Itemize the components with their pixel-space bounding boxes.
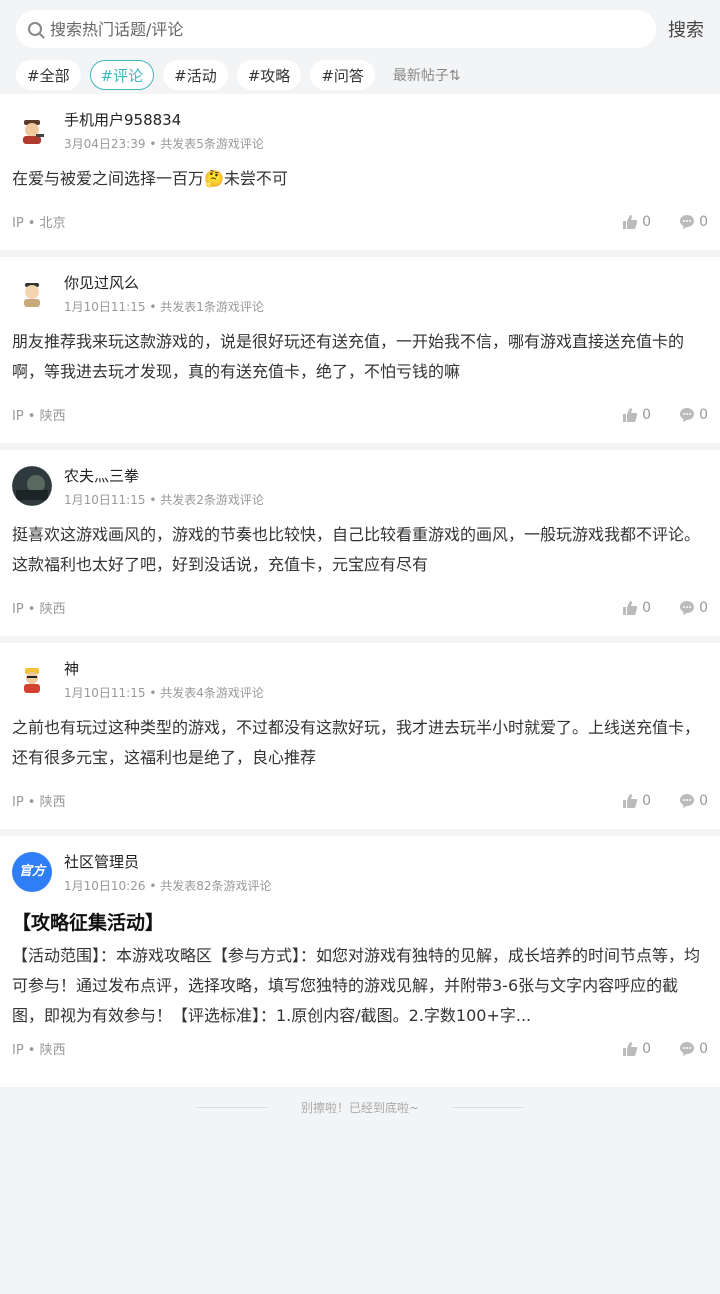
like-count: 0 — [642, 1040, 652, 1057]
tag-filter-bar: #全部 #评论 #活动 #攻略 #问答 最新帖子⇅ — [16, 60, 704, 90]
ip-location: IP • 陕西 — [12, 602, 66, 617]
post-meta: 1月10日11:15 • 共发表2条游戏评论 — [64, 492, 264, 508]
thumbs-up-icon — [623, 214, 638, 229]
search-row: 搜索 — [16, 10, 704, 48]
thumbs-up-icon — [623, 600, 638, 615]
username[interactable]: 神 — [64, 659, 264, 679]
post-title[interactable]: 【攻略征集活动】 — [12, 908, 708, 935]
review-count: • 共发表4条游戏评论 — [149, 686, 264, 700]
avatar[interactable] — [12, 273, 52, 313]
comment-count: 0 — [699, 406, 708, 423]
ip-location: IP • 北京 — [12, 216, 66, 231]
comment-button[interactable]: 0 — [679, 1041, 708, 1057]
avatar[interactable] — [12, 659, 52, 699]
post-meta: 1月10日10:26 • 共发表82条游戏评论 — [64, 878, 272, 894]
post-card[interactable]: 官方 社区管理员 1月10日10:26 • 共发表82条游戏评论 【攻略征集活动… — [0, 836, 720, 1087]
comment-button[interactable]: 0 — [679, 600, 708, 616]
like-count: 0 — [642, 406, 652, 423]
username[interactable]: 社区管理员 — [64, 852, 272, 872]
post-card[interactable]: 手机用户958834 3月04日23:39 • 共发表5条游戏评论 在爱与被爱之… — [0, 94, 720, 250]
comment-icon — [680, 1041, 695, 1056]
divider — [453, 1106, 524, 1108]
post-card[interactable]: 神 1月10日11:15 • 共发表4条游戏评论 之前也有玩过这种类型的游戏，不… — [0, 643, 720, 829]
end-of-list: 别擦啦！已经到底啦~ — [0, 1087, 720, 1127]
username[interactable]: 手机用户958834 — [64, 110, 264, 130]
search-icon — [28, 22, 42, 36]
thumbs-up-icon — [623, 1041, 638, 1056]
end-text: 别擦啦！已经到底啦~ — [300, 1100, 420, 1115]
comment-button[interactable]: 0 — [679, 793, 708, 809]
thumbs-up-icon — [623, 407, 638, 422]
review-count: • 共发表2条游戏评论 — [149, 493, 264, 507]
post-time: 1月10日10:26 — [64, 879, 146, 893]
search-input[interactable] — [48, 18, 612, 40]
post-time: 1月10日11:15 — [64, 686, 146, 700]
thumbs-up-icon — [623, 793, 638, 808]
like-button[interactable]: 0 — [622, 600, 651, 616]
review-count: • 共发表1条游戏评论 — [149, 300, 264, 314]
sort-dropdown[interactable]: 最新帖子⇅ — [393, 65, 461, 85]
tag-guide[interactable]: #攻略 — [236, 60, 302, 90]
like-count: 0 — [642, 213, 652, 230]
comment-count: 0 — [699, 792, 708, 809]
post-content[interactable]: 挺喜欢这游戏画风的，游戏的节奏也比较快，自己比较看重游戏的画风，一般玩游戏我都不… — [12, 520, 708, 580]
comment-button[interactable]: 0 — [679, 214, 708, 230]
post-content[interactable]: 朋友推荐我来玩这款游戏的，说是很好玩还有送充值，一开始我不信，哪有游戏直接送充值… — [12, 327, 708, 387]
avatar[interactable] — [12, 466, 52, 506]
header: 搜索 #全部 #评论 #活动 #攻略 #问答 最新帖子⇅ — [0, 0, 720, 94]
post-content[interactable]: 【活动范围】：本游戏攻略区【参与方式】：如您对游戏有独特的见解，成长培养的时间节… — [12, 941, 708, 1031]
post-card[interactable]: 农夫灬三拳 1月10日11:15 • 共发表2条游戏评论 挺喜欢这游戏画风的，游… — [0, 450, 720, 636]
post-time: 1月10日11:15 — [64, 300, 146, 314]
post-time: 1月10日11:15 — [64, 493, 146, 507]
post-card[interactable]: 你见过风么 1月10日11:15 • 共发表1条游戏评论 朋友推荐我来玩这款游戏… — [0, 257, 720, 443]
comment-icon — [680, 407, 695, 422]
like-button[interactable]: 0 — [622, 793, 651, 809]
post-meta: 1月10日11:15 • 共发表1条游戏评论 — [64, 299, 264, 315]
like-button[interactable]: 0 — [622, 407, 651, 423]
review-count: • 共发表5条游戏评论 — [149, 137, 264, 151]
ip-location: IP • 陕西 — [12, 1043, 66, 1058]
official-avatar[interactable]: 官方 — [12, 852, 52, 892]
comment-icon — [680, 793, 695, 808]
tag-qa[interactable]: #问答 — [310, 60, 375, 90]
tag-all[interactable]: #全部 — [16, 60, 81, 90]
post-content[interactable]: 在爱与被爱之间选择一百万🤔未尝不可 — [12, 164, 708, 194]
username[interactable]: 你见过风么 — [64, 273, 264, 293]
post-meta: 1月10日11:15 • 共发表4条游戏评论 — [64, 685, 264, 701]
tag-review[interactable]: #评论 — [89, 60, 155, 90]
tag-activity[interactable]: #活动 — [163, 60, 228, 90]
like-count: 0 — [642, 792, 652, 809]
comment-count: 0 — [699, 213, 708, 230]
comment-button[interactable]: 0 — [679, 407, 708, 423]
official-badge: 官方 — [18, 864, 45, 879]
comment-icon — [680, 214, 695, 229]
like-button[interactable]: 0 — [622, 214, 651, 230]
divider — [196, 1106, 267, 1108]
search-box[interactable] — [16, 10, 656, 48]
post-content[interactable]: 之前也有玩过这种类型的游戏，不过都没有这款好玩，我才进去玩半小时就爱了。上线送充… — [12, 713, 708, 773]
comment-count: 0 — [699, 599, 708, 616]
avatar[interactable] — [12, 110, 52, 150]
search-button[interactable]: 搜索 — [668, 16, 704, 42]
comment-count: 0 — [699, 1040, 708, 1057]
ip-location: IP • 陕西 — [12, 795, 66, 810]
comment-icon — [680, 600, 695, 615]
ip-location: IP • 陕西 — [12, 409, 66, 424]
post-time: 3月04日23:39 — [64, 137, 146, 151]
like-button[interactable]: 0 — [622, 1041, 651, 1057]
post-meta: 3月04日23:39 • 共发表5条游戏评论 — [64, 136, 264, 152]
username[interactable]: 农夫灬三拳 — [64, 466, 264, 486]
review-count: • 共发表82条游戏评论 — [149, 879, 272, 893]
like-count: 0 — [642, 599, 652, 616]
